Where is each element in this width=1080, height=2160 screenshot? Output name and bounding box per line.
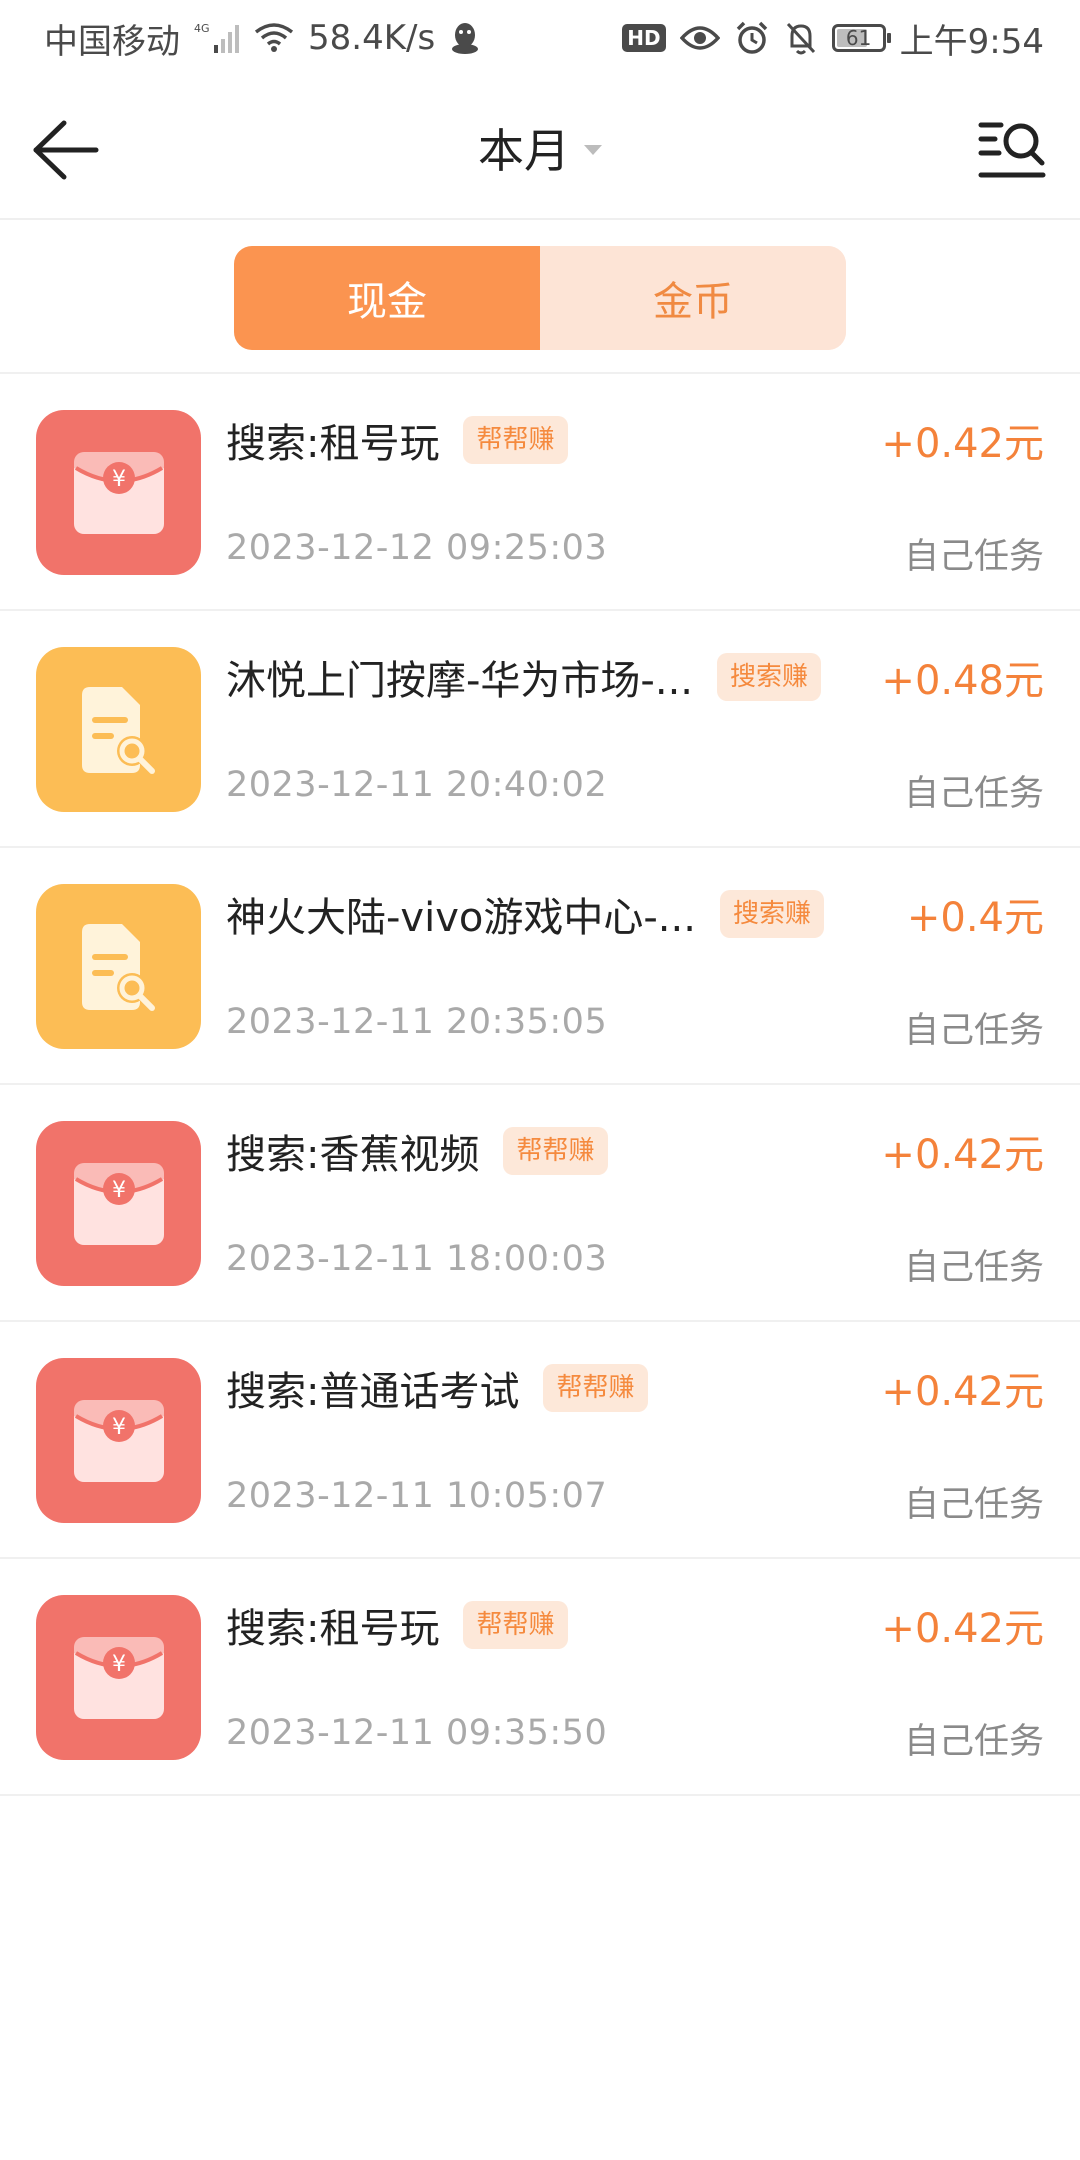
title-line: 搜索:租号玩 帮帮赚 +0.42元 bbox=[226, 1593, 1044, 1657]
list-item[interactable]: ¥ 搜索:普通话考试 帮帮赚 +0.42元 2023-12-11 10:05:0… bbox=[0, 1322, 1080, 1559]
page-title[interactable]: 本月 bbox=[478, 115, 570, 181]
eye-icon bbox=[679, 24, 720, 52]
tab-cash[interactable]: 现金 bbox=[234, 246, 540, 350]
filter-search-icon bbox=[978, 122, 1046, 178]
network-type: 4G bbox=[194, 22, 210, 35]
svg-text:¥: ¥ bbox=[112, 1178, 126, 1203]
task-tag: 搜索赚 bbox=[719, 890, 824, 938]
task-tag: 帮帮赚 bbox=[463, 416, 568, 464]
task-title: 搜索:租号玩 bbox=[226, 1606, 440, 1652]
task-title: 沐悦上门按摩-华为市场-... bbox=[226, 658, 694, 704]
red-envelope-icon: ¥ bbox=[36, 410, 201, 575]
period-selector[interactable]: 本月 bbox=[0, 76, 1080, 220]
title-line: 神火大陆-vivo游戏中心-... 搜索赚 +0.4元 bbox=[226, 882, 1044, 946]
hd-badge: HD bbox=[622, 24, 666, 52]
list-item[interactable]: ¥ 搜索:租号玩 帮帮赚 +0.42元 2023-12-12 09:25:03 … bbox=[0, 374, 1080, 611]
search-document-icon bbox=[36, 647, 201, 812]
tab-coins[interactable]: 金币 bbox=[540, 246, 846, 350]
back-button[interactable] bbox=[30, 112, 110, 188]
timestamp: 2023-12-11 20:35:05 bbox=[226, 1002, 608, 1042]
task-source: 自己任务 bbox=[903, 537, 1044, 577]
list-item[interactable]: 神火大陆-vivo游戏中心-... 搜索赚 +0.4元 2023-12-11 2… bbox=[0, 848, 1080, 1085]
status-right: HD 61 上午9:54 bbox=[622, 14, 1044, 63]
red-envelope-icon: ¥ bbox=[36, 1595, 201, 1760]
svg-text:¥: ¥ bbox=[112, 1415, 126, 1440]
amount: +0.42元 bbox=[881, 1606, 1044, 1652]
amount: +0.42元 bbox=[881, 1132, 1044, 1178]
status-left: 中国移动 4G 58.4K/s bbox=[44, 14, 481, 63]
wifi-icon bbox=[254, 22, 294, 54]
svg-text:¥: ¥ bbox=[112, 1652, 126, 1677]
dropdown-caret-icon bbox=[584, 145, 602, 155]
timestamp: 2023-12-11 09:35:50 bbox=[226, 1713, 608, 1753]
title-line: 搜索:香蕉视频 帮帮赚 +0.42元 bbox=[226, 1119, 1044, 1183]
filter-search-button[interactable] bbox=[976, 112, 1048, 188]
currency-tabs: 现金 金币 bbox=[234, 246, 846, 350]
qq-icon bbox=[449, 20, 481, 56]
task-source: 自己任务 bbox=[903, 774, 1044, 814]
amount: +0.42元 bbox=[881, 421, 1044, 467]
network-speed: 58.4K/s bbox=[308, 18, 436, 58]
search-document-icon bbox=[36, 884, 201, 1049]
timestamp: 2023-12-11 20:40:02 bbox=[226, 765, 608, 805]
alarm-icon bbox=[734, 20, 770, 56]
red-envelope-icon: ¥ bbox=[36, 1358, 201, 1523]
top-nav-bar: 本月 bbox=[0, 76, 1080, 220]
status-bar: 中国移动 4G 58.4K/s HD 61 上午9:54 bbox=[0, 0, 1080, 76]
task-title: 搜索:租号玩 bbox=[226, 421, 440, 467]
title-line: 搜索:普通话考试 帮帮赚 +0.42元 bbox=[226, 1356, 1044, 1420]
timestamp: 2023-12-12 09:25:03 bbox=[226, 528, 608, 568]
task-source: 自己任务 bbox=[903, 1722, 1044, 1762]
clock: 上午9:54 bbox=[899, 21, 1044, 62]
task-tag: 搜索赚 bbox=[717, 653, 822, 701]
timestamp: 2023-12-11 10:05:07 bbox=[226, 1476, 608, 1516]
task-title: 搜索:普通话考试 bbox=[226, 1369, 520, 1415]
battery-icon: 61 bbox=[831, 24, 891, 52]
signal-icon: 4G bbox=[194, 21, 240, 55]
mute-bell-icon bbox=[784, 20, 818, 56]
task-tag: 帮帮赚 bbox=[543, 1364, 648, 1412]
carrier-label: 中国移动 bbox=[44, 21, 180, 62]
list-item[interactable]: 沐悦上门按摩-华为市场-... 搜索赚 +0.48元 2023-12-11 20… bbox=[0, 611, 1080, 848]
task-tag: 帮帮赚 bbox=[503, 1127, 608, 1175]
task-title: 搜索:香蕉视频 bbox=[226, 1132, 480, 1178]
task-tag: 帮帮赚 bbox=[463, 1601, 568, 1649]
title-line: 搜索:租号玩 帮帮赚 +0.42元 bbox=[226, 408, 1044, 472]
list-item[interactable]: ¥ 搜索:租号玩 帮帮赚 +0.42元 2023-12-11 09:35:50 … bbox=[0, 1559, 1080, 1796]
task-source: 自己任务 bbox=[903, 1248, 1044, 1288]
task-title: 神火大陆-vivo游戏中心-... bbox=[226, 895, 696, 941]
amount: +0.48元 bbox=[881, 658, 1044, 704]
svg-text:¥: ¥ bbox=[112, 467, 126, 492]
timestamp: 2023-12-11 18:00:03 bbox=[226, 1239, 608, 1279]
task-source: 自己任务 bbox=[903, 1485, 1044, 1525]
list-item[interactable]: ¥ 搜索:香蕉视频 帮帮赚 +0.42元 2023-12-11 18:00:03… bbox=[0, 1085, 1080, 1322]
amount: +0.4元 bbox=[906, 895, 1044, 941]
task-source: 自己任务 bbox=[903, 1011, 1044, 1051]
title-line: 沐悦上门按摩-华为市场-... 搜索赚 +0.48元 bbox=[226, 645, 1044, 709]
battery-level: 61 bbox=[845, 26, 872, 50]
amount: +0.42元 bbox=[881, 1369, 1044, 1415]
red-envelope-icon: ¥ bbox=[36, 1121, 201, 1286]
earnings-list: ¥ 搜索:租号玩 帮帮赚 +0.42元 2023-12-12 09:25:03 … bbox=[0, 374, 1080, 1796]
back-arrow-icon bbox=[33, 120, 99, 180]
